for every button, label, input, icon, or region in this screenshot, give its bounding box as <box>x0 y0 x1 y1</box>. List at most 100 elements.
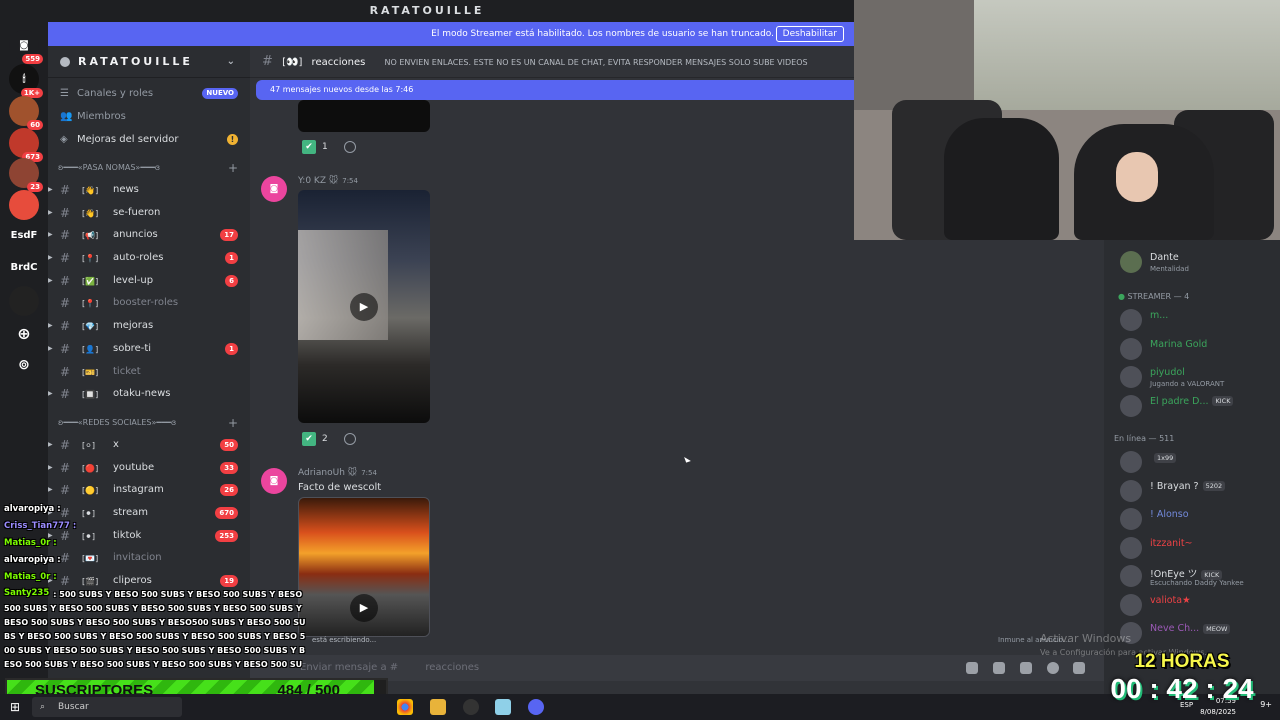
server-icon[interactable] <box>9 286 39 316</box>
channel-anuncios[interactable]: ▶ # [📢] anuncios 17 <box>48 224 250 247</box>
channel-instagram[interactable]: ▶ # [🟡] instagram 26 <box>48 479 250 502</box>
member-row[interactable]: ! Brayan ? 5202 <box>1116 477 1280 507</box>
gift-icon[interactable] <box>966 662 978 674</box>
server-brdc[interactable]: BrdC <box>9 252 39 282</box>
channel-level-up[interactable]: ▶ # [✅] level-up 6 <box>48 270 250 293</box>
channel-sobre-ti[interactable]: ▶ # [👤] sobre-ti 1 <box>48 338 250 361</box>
avatar[interactable]: ◙ <box>261 468 287 494</box>
window <box>974 0 1280 120</box>
sticker-icon[interactable] <box>1020 662 1032 674</box>
server-header[interactable]: RATATOUILLE ⌄ <box>48 46 250 78</box>
windows-start-icon[interactable]: ⊞ <box>10 700 20 714</box>
unread-arrow-icon: ▶ <box>48 276 53 284</box>
channel-ticket[interactable]: # [🎫] ticket <box>48 361 250 384</box>
channel-news[interactable]: ▶ # [👋] news <box>48 179 250 202</box>
unread-arrow-icon: ▶ <box>48 231 53 239</box>
unread-arrow-icon: ▶ <box>48 344 53 352</box>
reaction-check[interactable]: ✔ 1 <box>302 138 356 156</box>
message-author[interactable]: Y:0 KZ 🐭 7:54 <box>298 176 358 186</box>
member-row[interactable]: !OnEye ツ KICK Escuchando Daddy Yankee <box>1116 562 1280 592</box>
chat-user: Criss_Tian777 : <box>4 521 77 531</box>
server-name: RATATOUILLE <box>78 55 193 68</box>
notepad-icon[interactable] <box>495 699 511 715</box>
hash-icon: # <box>60 341 71 356</box>
play-icon[interactable]: ▶ <box>350 292 378 321</box>
member-row[interactable]: ! Alonso <box>1116 505 1280 535</box>
member-row[interactable]: 1x99 <box>1116 448 1280 478</box>
avatar[interactable]: ◙ <box>261 176 287 202</box>
channel-otaku-news[interactable]: ▶ # [🔲] otaku-news <box>48 383 250 406</box>
add-reaction-icon[interactable] <box>343 140 356 153</box>
member-row[interactable]: Marina Gold <box>1116 335 1280 365</box>
avatar <box>1120 508 1142 530</box>
obs-icon[interactable] <box>463 699 479 715</box>
channels-and-roles[interactable]: ☰ Canales y roles NUEVO <box>48 82 250 105</box>
video-attachment[interactable]: ▶ <box>298 497 430 637</box>
members-item[interactable]: 👥 Miembros <box>48 105 250 128</box>
member-name-text: piyudol <box>1150 367 1185 378</box>
channel-name: reacciones <box>311 57 366 68</box>
member-row[interactable]: valiota★ <box>1116 591 1280 621</box>
channel-emoji: [📍] <box>82 299 99 309</box>
member-name: ! Alonso <box>1150 509 1189 520</box>
channel-auto-roles[interactable]: ▶ # [📍] auto-roles 1 <box>48 247 250 270</box>
activities-icon[interactable] <box>1073 662 1085 674</box>
member-row[interactable]: m... <box>1116 306 1280 336</box>
taskbar-search[interactable]: ⌕ Buscar <box>32 697 182 717</box>
server-esdf[interactable]: EsdF <box>9 220 39 250</box>
chrome-icon[interactable] <box>397 699 413 715</box>
member-row[interactable]: piyudol Jugando a VALORANT <box>1116 363 1280 393</box>
emoji-icon[interactable] <box>1047 662 1059 674</box>
list-icon: ☰ <box>60 88 69 99</box>
server-icon[interactable] <box>9 190 39 220</box>
add-channel-icon[interactable]: + <box>228 412 238 434</box>
gif-icon[interactable] <box>993 662 1005 674</box>
channel-emoji-glyph: ✅ <box>85 276 96 286</box>
unread-arrow-icon: ▶ <box>48 463 53 471</box>
channel-youtube[interactable]: ▶ # [🔴] youtube 33 <box>48 457 250 480</box>
server-icon[interactable]: 23 <box>9 158 43 192</box>
chat-line: alvaropiya : <box>4 555 61 565</box>
message-author[interactable]: AdrianoUh 🐭 7:54 <box>298 468 377 478</box>
hash-icon: # <box>60 437 71 452</box>
member-row[interactable]: El padre D... KICK <box>1116 392 1280 422</box>
typing-indicator: está escribiendo... <box>312 636 377 644</box>
add-reaction-icon[interactable] <box>343 432 356 445</box>
category-pasa-nomas[interactable]: ʚ━━━«PASA NOMAS»━━━ɞ + <box>48 157 250 179</box>
mention-badge: 1 <box>225 252 238 265</box>
play-icon[interactable]: ▶ <box>350 594 378 623</box>
channel-mejoras[interactable]: ▶ # [💎] mejoras <box>48 315 250 338</box>
member-dante[interactable]: Dante Mentalidad <box>1116 248 1280 278</box>
hash-icon: # <box>60 183 71 197</box>
channel-emoji: [✅] <box>82 276 99 286</box>
member-activity: Jugando a VALORANT <box>1150 380 1225 388</box>
channel-label: booster-roles <box>113 297 179 309</box>
video-attachment[interactable]: ▶ <box>298 190 430 423</box>
server-boosts[interactable]: ◈ Mejoras del servidor! <box>48 128 250 151</box>
server-icon[interactable]: 🕯 1K+ <box>9 64 43 98</box>
video-attachment[interactable] <box>298 100 430 132</box>
new-messages-bar[interactable]: 47 mensajes nuevos desde las 7:46 <box>256 80 854 100</box>
channel-booster-roles[interactable]: # [📍] booster-roles <box>48 292 250 315</box>
channel-x[interactable]: ▶ # [⚪] x 50 <box>48 434 250 457</box>
discord-home-icon[interactable]: ◙ 559 <box>9 30 43 64</box>
add-server-icon[interactable]: ⊕ <box>9 318 39 348</box>
reaction-check[interactable]: ✔ 2 <box>302 430 356 448</box>
channel-se-fueron[interactable]: ▶ # [👋] se-fueron <box>48 202 250 225</box>
unread-arrow-icon: ▶ <box>48 486 53 494</box>
discord-taskbar-icon[interactable] <box>528 699 544 715</box>
server-icon[interactable]: 60 <box>9 96 43 130</box>
avatar <box>1120 337 1142 360</box>
category-redes-sociales[interactable]: ʚ━━━«REDES SOCIALES»━━━ɞ + <box>48 412 250 434</box>
explore-icon[interactable]: ⊚ <box>9 350 39 380</box>
channel-label: level-up <box>113 274 154 286</box>
channel-label: mejoras <box>113 320 154 332</box>
server-icon[interactable]: 673 <box>9 128 43 162</box>
channel-emoji-glyph: 🟡 <box>85 486 96 496</box>
channel-emoji-glyph: 🔴 <box>85 463 96 473</box>
file-explorer-icon[interactable] <box>430 699 446 715</box>
disable-streamer-button[interactable]: Deshabilitar <box>775 26 844 42</box>
add-channel-icon[interactable]: + <box>228 157 238 179</box>
reaction-count: 2 <box>322 434 328 444</box>
member-row[interactable]: itzzanit~ <box>1116 534 1280 564</box>
